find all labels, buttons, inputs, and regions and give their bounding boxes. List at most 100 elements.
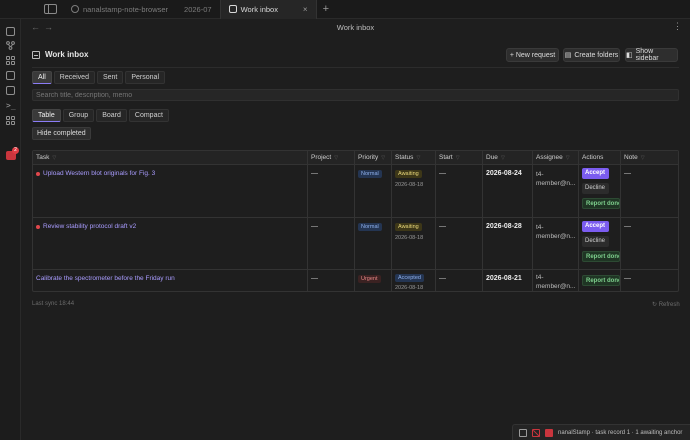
- tab-work-inbox[interactable]: Work inbox ×: [219, 0, 317, 19]
- column-label: Status: [395, 154, 414, 161]
- accept-button[interactable]: Accept: [582, 168, 609, 179]
- priority-cell: Normal: [354, 165, 392, 217]
- filter-icon[interactable]: ▽: [52, 155, 56, 161]
- column-label: Task: [36, 154, 50, 161]
- column-header-start[interactable]: Start ▽: [435, 151, 483, 165]
- blocks-icon[interactable]: [6, 116, 15, 125]
- actions-cell: Accept Decline Report done: [578, 165, 621, 217]
- filter-sent[interactable]: Sent: [96, 71, 124, 84]
- note-cell[interactable]: —: [620, 165, 678, 217]
- project-cell: —: [307, 218, 355, 269]
- grid-icon[interactable]: [6, 56, 15, 65]
- view-table[interactable]: Table: [32, 109, 61, 122]
- column-header-due[interactable]: Due ▽: [482, 151, 533, 165]
- refresh-button[interactable]: ↻ Refresh: [652, 301, 680, 308]
- status-badge: Accepted: [395, 274, 424, 282]
- column-header-status[interactable]: Status ▽: [391, 151, 436, 165]
- sync-off-icon[interactable]: [532, 428, 540, 437]
- filter-received[interactable]: Received: [53, 71, 95, 84]
- project-cell: —: [307, 165, 355, 217]
- filter-personal[interactable]: Personal: [125, 71, 166, 84]
- calendar-icon[interactable]: [6, 71, 15, 80]
- note-value: —: [624, 170, 631, 177]
- priority-badge: Normal: [358, 223, 382, 231]
- graph-icon[interactable]: [6, 41, 15, 50]
- show-sidebar-button[interactable]: ◧ Show sidebar: [625, 48, 678, 62]
- copy-icon[interactable]: [6, 86, 15, 95]
- task-cell[interactable]: Calibrate the spectrometer before the Fr…: [33, 270, 308, 292]
- due-cell: 2026-08-28: [482, 218, 533, 269]
- filter-tabs: All Received Sent Personal: [32, 71, 166, 84]
- tab-note-browser[interactable]: nanalstamp-note-browser: [63, 0, 176, 19]
- decline-button[interactable]: Decline: [582, 236, 609, 247]
- new-request-button[interactable]: + New request: [506, 48, 559, 62]
- column-header-project[interactable]: Project ▽: [307, 151, 355, 165]
- decline-button[interactable]: Decline: [582, 183, 609, 194]
- tab-label: Work inbox: [240, 4, 278, 14]
- search-input[interactable]: [32, 89, 679, 101]
- assignee-cell: t4- member@n...: [532, 165, 579, 217]
- note-cell[interactable]: —: [620, 218, 678, 269]
- report-done-button[interactable]: Report done: [582, 198, 620, 209]
- column-header-assignee[interactable]: Assignee ▽: [532, 151, 579, 165]
- show-sidebar-label: Show sidebar: [635, 48, 659, 62]
- tab-2026-07[interactable]: 2026-07: [176, 0, 220, 19]
- edit-icon[interactable]: [519, 428, 527, 437]
- filter-icon[interactable]: ▽: [416, 155, 420, 161]
- filter-icon[interactable]: ▽: [501, 155, 505, 161]
- column-header-note[interactable]: Note ▽: [620, 151, 678, 165]
- filter-icon[interactable]: ▽: [641, 155, 645, 161]
- create-folders-label: Create folders: [574, 51, 619, 59]
- task-link[interactable]: Calibrate the spectrometer before the Fr…: [36, 275, 305, 282]
- priority-cell: Urgent: [354, 270, 392, 292]
- assignee-value: t4- member@n...: [536, 171, 576, 187]
- create-folders-button[interactable]: ▤ Create folders: [563, 48, 620, 62]
- priority-cell: Normal: [354, 218, 392, 269]
- task-link[interactable]: Review stability protocol draft v2: [36, 223, 305, 230]
- start-value: —: [439, 275, 446, 282]
- folder-icon[interactable]: [6, 27, 15, 36]
- start-cell: —: [435, 165, 483, 217]
- more-options-icon[interactable]: ⋮: [673, 21, 682, 32]
- new-tab-button[interactable]: +: [323, 3, 329, 15]
- report-done-button[interactable]: Report done: [582, 251, 620, 262]
- note-value: —: [624, 275, 631, 282]
- task-cell[interactable]: Review stability protocol draft v2: [33, 218, 308, 269]
- assignee-value: t4- member@n...: [536, 224, 576, 240]
- sidebar-icon: ◧: [626, 52, 633, 59]
- stamp-icon[interactable]: [545, 428, 553, 437]
- filter-icon[interactable]: ▽: [334, 155, 338, 161]
- hide-completed-button[interactable]: Hide completed: [32, 127, 91, 140]
- view-compact[interactable]: Compact: [128, 109, 169, 122]
- sidebar-toggle-icon[interactable]: [44, 4, 57, 14]
- note-cell[interactable]: —: [620, 270, 678, 292]
- filter-all[interactable]: All: [32, 71, 52, 84]
- tab-bar: nanalstamp-note-browser 2026-07 Work inb…: [0, 0, 690, 19]
- table-row[interactable]: Review stability protocol draft v2 — Nor…: [33, 218, 678, 270]
- table-row[interactable]: Calibrate the spectrometer before the Fr…: [33, 270, 678, 292]
- accept-button[interactable]: Accept: [582, 221, 609, 232]
- task-link[interactable]: Upload Western blot originals for Fig. 3: [36, 170, 305, 177]
- assignee-value: t4- member@n...: [536, 274, 576, 290]
- column-header-task[interactable]: Task ▽: [33, 151, 308, 165]
- filter-icon[interactable]: ▽: [381, 155, 385, 161]
- filter-icon[interactable]: ▽: [566, 155, 570, 161]
- column-label: Due: [486, 154, 498, 161]
- actions-cell: Accept Decline Report done: [578, 218, 621, 269]
- view-group[interactable]: Group: [62, 109, 95, 122]
- table-row[interactable]: Upload Western blot originals for Fig. 3…: [33, 165, 678, 218]
- column-header-priority[interactable]: Priority ▽: [354, 151, 392, 165]
- view-board[interactable]: Board: [96, 109, 127, 122]
- status-badge: Awaiting: [395, 223, 422, 231]
- close-icon[interactable]: ×: [303, 5, 308, 14]
- start-value: —: [439, 170, 446, 177]
- task-cell[interactable]: Upload Western blot originals for Fig. 3: [33, 165, 308, 217]
- report-done-button[interactable]: Report done: [582, 275, 620, 286]
- filter-icon[interactable]: ▽: [456, 155, 460, 161]
- task-table: Task ▽ Project ▽ Priority ▽ Status ▽ Start ▽ …: [32, 150, 679, 292]
- terminal-icon[interactable]: >_: [6, 101, 16, 110]
- column-header-actions: Actions: [578, 151, 621, 165]
- due-cell: 2026-08-21: [482, 270, 533, 292]
- due-date: 2026-08-24: [486, 170, 522, 177]
- status-cell: Awaiting 2026-08-18: [391, 165, 436, 217]
